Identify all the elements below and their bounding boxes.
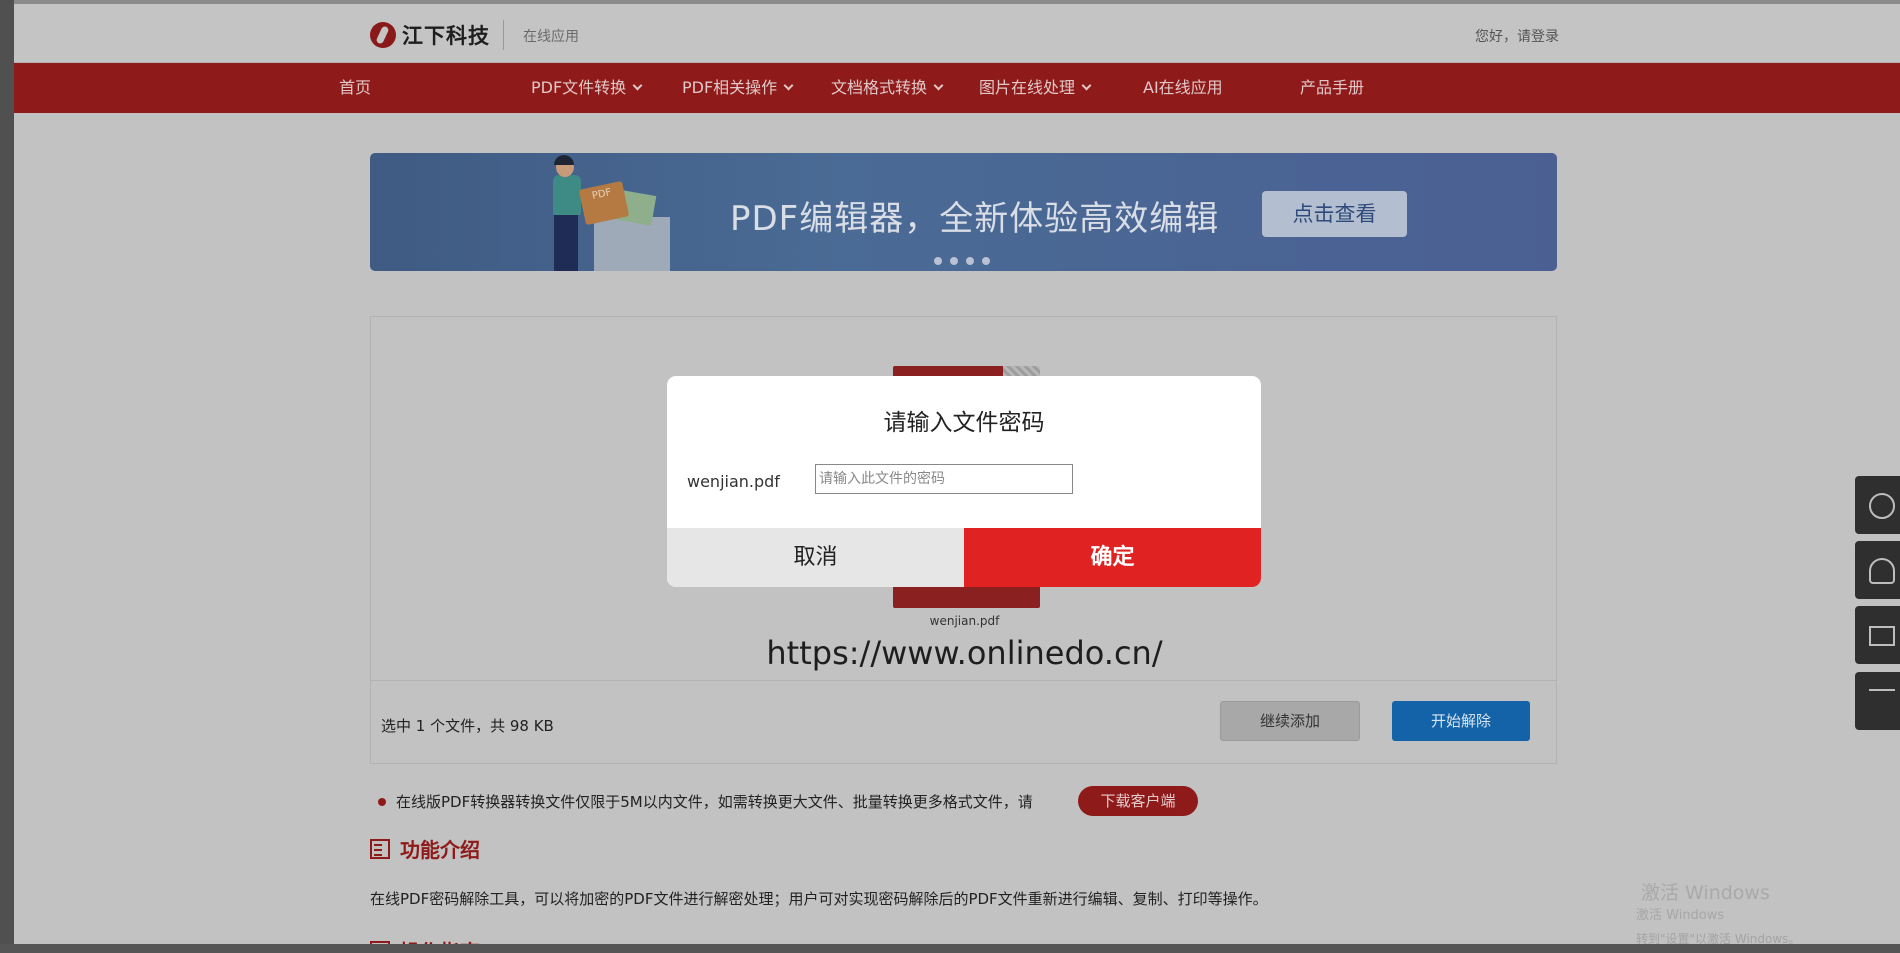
- nav-item-ai[interactable]: AI在线应用: [1143, 63, 1223, 113]
- nav-item-doc-convert[interactable]: 文档格式转换: [831, 63, 944, 113]
- chevron-down-icon: [632, 80, 643, 91]
- chevron-down-icon: [1081, 80, 1092, 91]
- confirm-button[interactable]: 确定: [964, 528, 1261, 587]
- password-dialog: 请输入文件密码 wenjian.pdf 取消 确定: [667, 376, 1261, 587]
- side-mail-button[interactable]: [1855, 606, 1900, 664]
- nav-item-home[interactable]: 首页: [339, 63, 371, 113]
- carousel-dot[interactable]: [966, 257, 974, 265]
- mail-icon: [1869, 626, 1895, 646]
- brand-logo-icon: [370, 22, 396, 48]
- nav-item-label: PDF文件转换: [531, 78, 627, 97]
- banner-headline: PDF编辑器，全新体验高效编辑: [730, 199, 1220, 239]
- features-description: 在线PDF密码解除工具，可以将加密的PDF文件进行解密处理；用户可对实现密码解除…: [370, 890, 1268, 908]
- download-client-button[interactable]: 下载客户端: [1078, 786, 1198, 816]
- carousel-dot[interactable]: [950, 257, 958, 265]
- brand-subtitle: 在线应用: [523, 29, 579, 45]
- nav-item-label: 首页: [339, 78, 372, 97]
- phone-icon: [1869, 493, 1895, 519]
- bullet-icon: [378, 797, 386, 806]
- cancel-button[interactable]: 取消: [667, 528, 964, 587]
- illustration-person-legs: [554, 215, 578, 271]
- main-nav: 首页 PDF文件转换 PDF相关操作 文档格式转换 图片在线处理 AI在线应用 …: [14, 63, 1900, 113]
- windows-activation-watermark-2: 激活 Windows: [1636, 908, 1725, 923]
- dialog-file-name: wenjian.pdf: [687, 472, 780, 491]
- illustration-box: [594, 217, 670, 271]
- add-more-button[interactable]: 继续添加: [1220, 701, 1360, 741]
- chevron-down-icon: [783, 80, 794, 91]
- selected-file-info: 选中 1 个文件，共 98 KB: [381, 717, 554, 735]
- nav-item-label: 产品手册: [1300, 78, 1365, 97]
- promo-banner[interactable]: PDF PDF编辑器，全新体验高效编辑 点击查看: [370, 153, 1557, 271]
- guide-title: 操作指南: [400, 936, 480, 944]
- illustration-person-hair: [554, 155, 574, 165]
- nav-item-pdf-ops[interactable]: PDF相关操作: [682, 63, 794, 113]
- header-divider: [503, 20, 504, 50]
- chevron-down-icon: [933, 80, 944, 91]
- nav-item-label: AI在线应用: [1143, 78, 1223, 97]
- site-url-watermark: https://www.onlinedo.cn/: [766, 634, 1163, 672]
- windows-activation-watermark: 激活 Windows: [1641, 882, 1770, 904]
- nav-item-label: 图片在线处理: [979, 78, 1076, 97]
- carousel-dot[interactable]: [982, 257, 990, 265]
- back-to-top-icon: [1869, 689, 1895, 713]
- brand-name: 江下科技: [402, 24, 490, 48]
- nav-item-manual[interactable]: 产品手册: [1300, 63, 1364, 113]
- carousel-dots: [934, 257, 990, 265]
- start-unlock-button[interactable]: 开始解除: [1392, 701, 1530, 741]
- nav-item-image-tools[interactable]: 图片在线处理: [979, 63, 1092, 113]
- notice-text: 在线版PDF转换器转换文件仅限于5M以内文件，如需转换更大文件、批量转换更多格式…: [396, 793, 1033, 811]
- illustration-person-body: [553, 175, 581, 215]
- banner-view-button[interactable]: 点击查看: [1262, 191, 1407, 237]
- document-list-icon: [370, 838, 390, 859]
- carousel-dot[interactable]: [934, 257, 942, 265]
- site-header: 江下科技 在线应用 您好，请登录: [14, 4, 1900, 63]
- features-title: 功能介绍: [400, 838, 480, 862]
- login-link[interactable]: 您好，请登录: [1475, 26, 1559, 46]
- nav-item-pdf-convert[interactable]: PDF文件转换: [531, 63, 643, 113]
- headset-icon: [1869, 558, 1895, 584]
- windows-activation-watermark-3: 转到"设置"以激活 Windows。: [1636, 932, 1801, 944]
- features-heading: 功能介绍: [370, 834, 480, 863]
- window-left-edge: [0, 0, 14, 953]
- uploaded-file-name: wenjian.pdf: [929, 614, 1000, 628]
- brand-logo[interactable]: 江下科技: [370, 20, 490, 50]
- upload-status-bar: 选中 1 个文件，共 98 KB 继续添加 开始解除: [371, 680, 1556, 763]
- side-support-button[interactable]: [1855, 541, 1900, 599]
- size-limit-notice: 在线版PDF转换器转换文件仅限于5M以内文件，如需转换更大文件、批量转换更多格式…: [378, 791, 1033, 812]
- nav-item-label: PDF相关操作: [682, 78, 778, 97]
- window-bottom-edge: [0, 944, 1900, 953]
- password-input[interactable]: [815, 464, 1073, 494]
- dialog-title: 请输入文件密码: [883, 410, 1045, 436]
- nav-item-label: 文档格式转换: [831, 78, 928, 97]
- guide-heading: 操作指南: [370, 936, 480, 944]
- side-phone-button[interactable]: [1855, 476, 1900, 534]
- side-back-to-top-button[interactable]: [1855, 672, 1900, 730]
